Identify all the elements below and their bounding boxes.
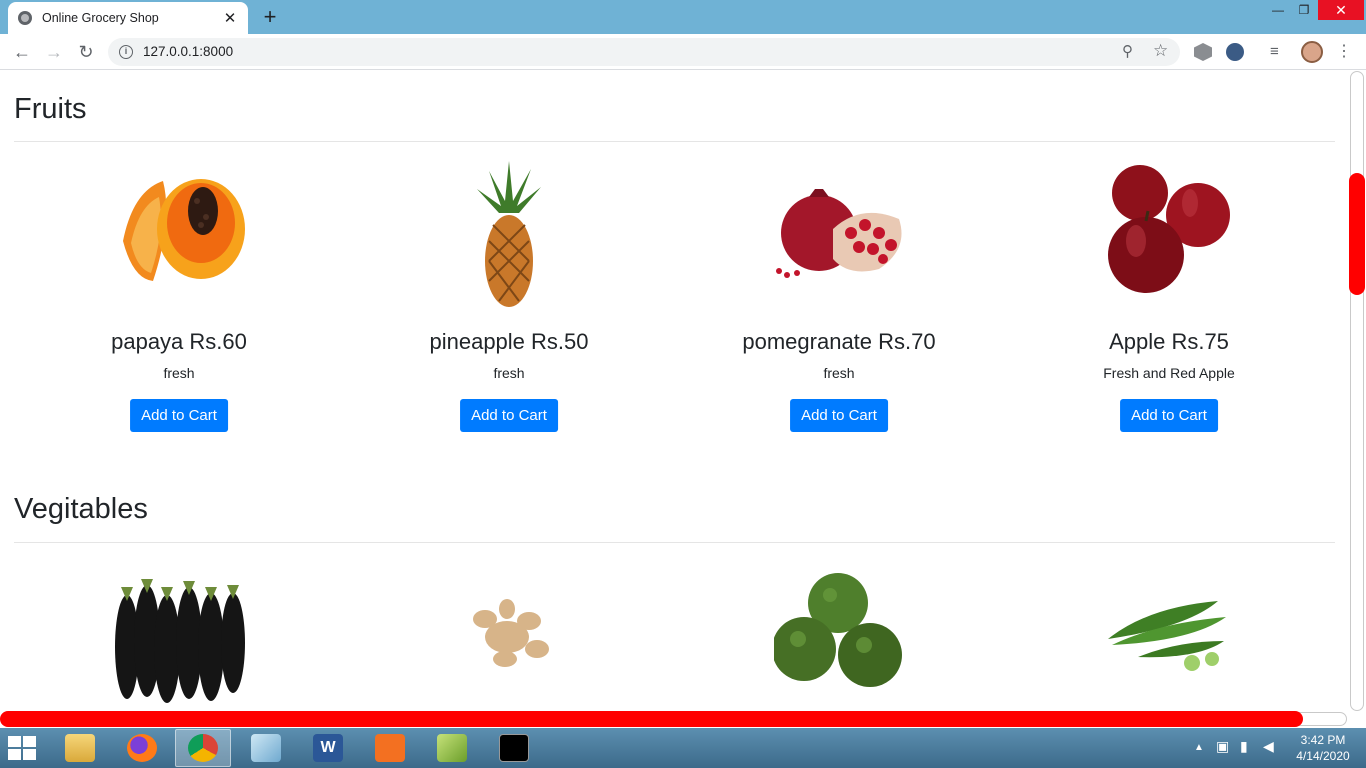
taskbar-chrome[interactable] <box>175 729 231 767</box>
notepadpp-icon <box>437 734 467 762</box>
forward-button[interactable]: → <box>42 40 66 64</box>
xampp-icon <box>375 734 405 762</box>
brinjal-image <box>115 579 245 703</box>
section-divider <box>14 542 1335 543</box>
product-description: fresh <box>493 365 525 381</box>
taskbar-notes-app[interactable] <box>238 729 294 767</box>
okra-image <box>1108 601 1226 671</box>
section-divider <box>14 141 1335 142</box>
add-to-cart-button[interactable]: Add to Cart <box>790 399 888 432</box>
taskbar-clock[interactable]: 3:42 PM 4/14/2020 <box>1290 732 1356 764</box>
product-description: fresh <box>823 365 855 381</box>
folder-icon <box>65 734 95 762</box>
clock-time: 3:42 PM <box>1300 733 1346 747</box>
close-window-button[interactable]: ✕ <box>1318 0 1364 20</box>
product-name: Apple Rs.75 <box>1109 329 1229 354</box>
browser-toolbar: ← → ↻ i 127.0.0.1:8000 ⚲ ☆ ≡ ⋮ <box>0 34 1366 70</box>
section-title-fruits: Fruits <box>14 93 87 125</box>
product-card-broccoli <box>674 557 1004 707</box>
page-content: Fruits papaya Rs.60 fresh Add to Cart pi… <box>0 71 1348 711</box>
product-card-papaya: papaya Rs.60 fresh Add to Cart <box>14 161 344 441</box>
reload-button[interactable]: ↻ <box>74 40 98 64</box>
pineapple-image <box>477 161 541 307</box>
product-description: fresh <box>163 365 195 381</box>
product-card-brinjal <box>14 557 344 707</box>
product-card-pomegranate: pomegranate Rs.70 fresh Add to Cart <box>674 161 1004 441</box>
product-name: pomegranate Rs.70 <box>742 329 936 354</box>
tray-expand-icon[interactable]: ▲ <box>1194 742 1204 753</box>
site-info-icon[interactable]: i <box>119 45 133 59</box>
notes-icon <box>251 734 281 762</box>
taskbar-xampp[interactable] <box>362 729 418 767</box>
taskbar-file-explorer[interactable] <box>52 729 108 767</box>
add-to-cart-button[interactable]: Add to Cart <box>1120 399 1218 432</box>
broccoli-image <box>774 573 902 687</box>
word-icon: W <box>313 734 343 762</box>
network-icon[interactable]: ▣ <box>1216 738 1229 755</box>
clock-date: 4/14/2020 <box>1296 749 1350 763</box>
vertical-scrollbar[interactable] <box>1348 71 1366 711</box>
scrollbar-track[interactable] <box>1350 71 1364 711</box>
chrome-icon <box>188 734 218 762</box>
taskbar-notepadpp[interactable] <box>424 729 480 767</box>
minimize-window-button[interactable]: ― <box>1266 0 1290 20</box>
browser-menu-icon[interactable]: ⋮ <box>1336 43 1352 61</box>
taskbar-command-prompt[interactable] <box>486 729 542 767</box>
ginger-image <box>473 599 549 667</box>
product-card-apple: Apple Rs.75 Fresh and Red Apple Add to C… <box>1004 161 1334 441</box>
windows-taskbar: W ▲ ▣ ▮ ◀ 3:42 PM 4/14/2020 <box>0 728 1366 768</box>
close-tab-icon[interactable]: ✕ <box>222 9 238 27</box>
extension-cursor-icon[interactable] <box>1226 43 1244 61</box>
zoom-icon[interactable]: ⚲ <box>1122 42 1133 60</box>
product-card-ginger <box>344 557 674 707</box>
product-name: pineapple Rs.50 <box>429 329 589 354</box>
product-description: Fresh and Red Apple <box>1103 365 1235 381</box>
product-name: papaya Rs.60 <box>111 329 247 354</box>
command-prompt-icon <box>499 734 529 762</box>
add-to-cart-button[interactable]: Add to Cart <box>460 399 558 432</box>
taskbar-firefox[interactable] <box>114 729 170 767</box>
windows-start-icon[interactable] <box>8 736 38 760</box>
extension-cube-icon[interactable] <box>1194 43 1212 61</box>
firefox-icon <box>127 734 157 762</box>
battery-icon[interactable]: ▮ <box>1240 738 1248 755</box>
product-card-okra <box>1004 557 1334 707</box>
taskbar-word[interactable]: W <box>300 729 356 767</box>
horizontal-scroll-thumb[interactable] <box>0 711 1303 727</box>
address-url[interactable]: 127.0.0.1:8000 <box>143 44 233 59</box>
back-button[interactable]: ← <box>10 40 34 64</box>
pomegranate-image <box>776 189 902 278</box>
papaya-image <box>123 179 245 281</box>
browser-tab[interactable]: Online Grocery Shop ✕ <box>8 2 248 34</box>
globe-icon <box>18 11 32 25</box>
volume-icon[interactable]: ◀ <box>1263 738 1274 755</box>
add-to-cart-button[interactable]: Add to Cart <box>130 399 228 432</box>
product-card-pineapple: pineapple Rs.50 fresh Add to Cart <box>344 161 674 441</box>
tab-title: Online Grocery Shop <box>42 11 159 25</box>
address-bar[interactable]: i 127.0.0.1:8000 ⚲ ☆ <box>108 38 1180 66</box>
profile-avatar[interactable] <box>1301 41 1323 63</box>
horizontal-scrollbar[interactable] <box>0 711 1366 728</box>
bookmark-star-icon[interactable]: ☆ <box>1153 41 1168 61</box>
vertical-scroll-thumb[interactable] <box>1349 173 1365 295</box>
new-tab-button[interactable]: + <box>258 5 282 29</box>
media-control-icon[interactable]: ≡ <box>1270 43 1288 61</box>
browser-tabstrip: Online Grocery Shop ✕ + ― ❐ ✕ <box>0 0 1366 34</box>
restore-window-button[interactable]: ❐ <box>1292 0 1316 20</box>
section-title-vegitables: Vegitables <box>14 493 148 525</box>
apple-image <box>1108 165 1230 293</box>
